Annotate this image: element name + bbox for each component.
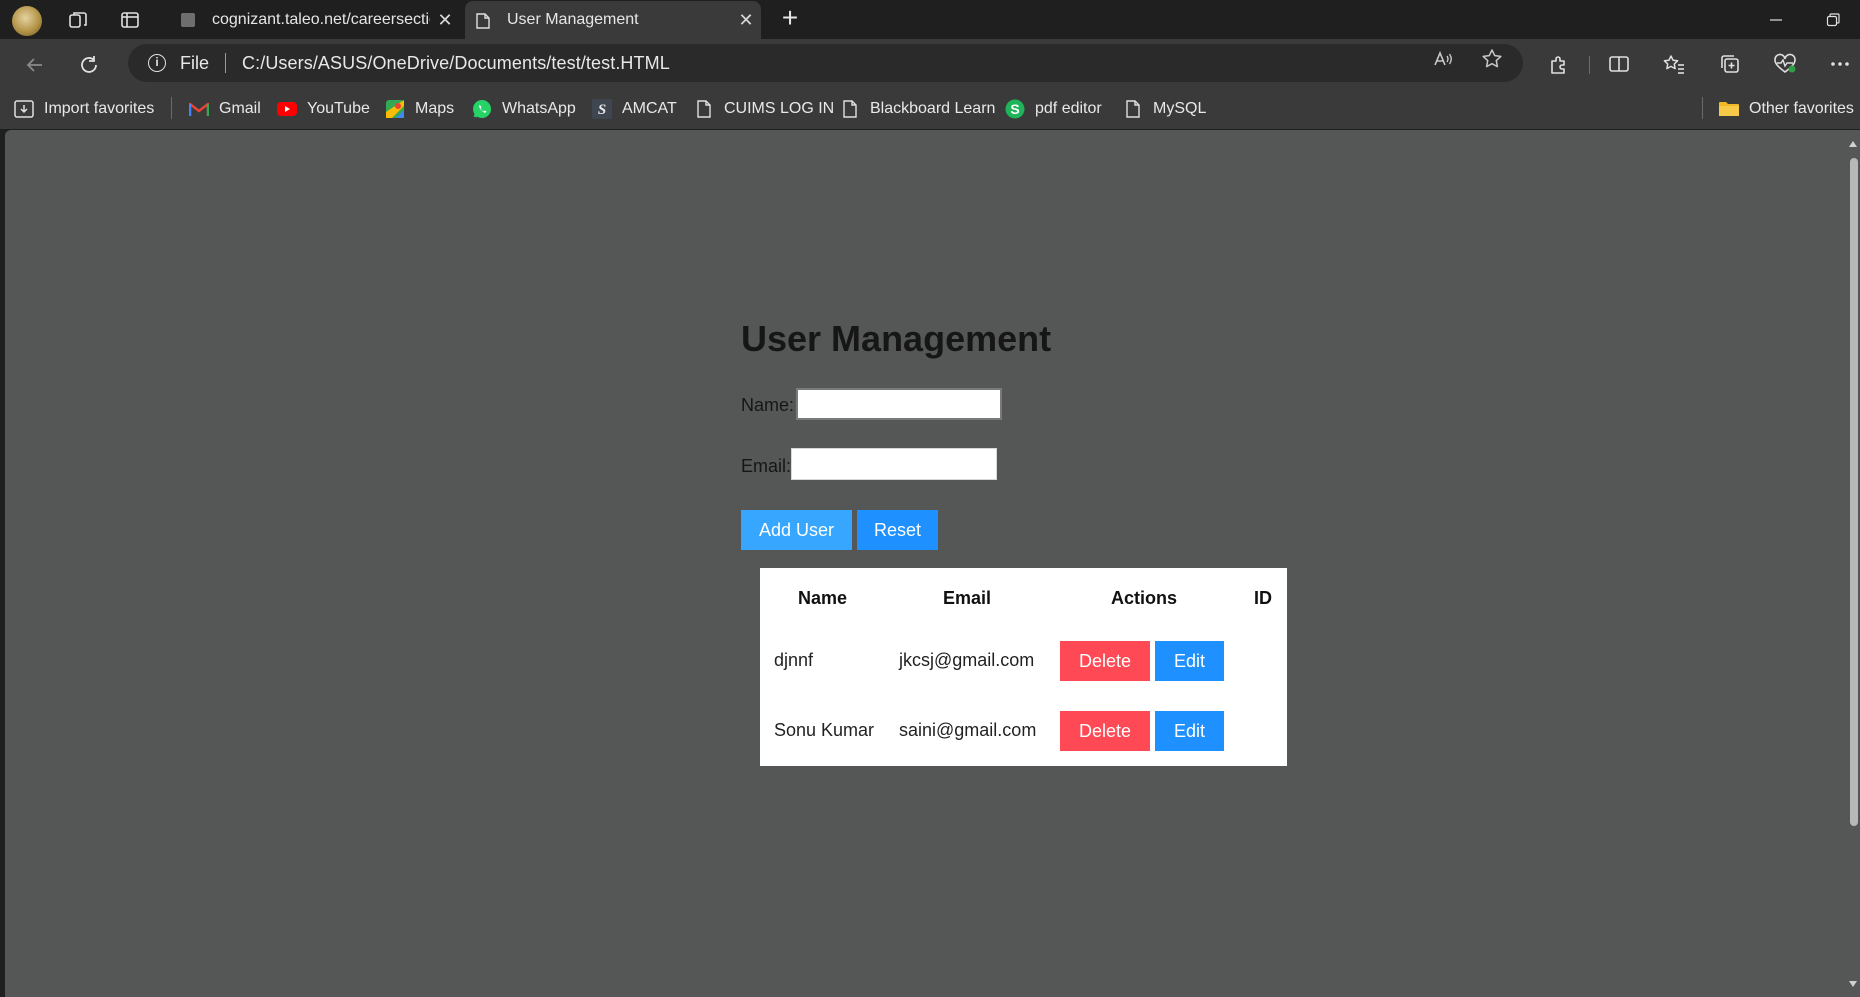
browser-essentials-icon[interactable] [1771,51,1799,77]
read-aloud-icon[interactable] [1430,46,1456,72]
url-text[interactable]: C:/Users/ASUS/OneDrive/Documents/test/te… [242,53,670,74]
site-info-icon[interactable]: i [148,54,166,72]
split-screen-icon[interactable] [1605,51,1633,77]
column-header-id: ID [1254,588,1272,608]
column-header-name: Name [798,588,848,608]
scrollbar-thumb[interactable] [1850,158,1858,826]
amcat-icon: S [592,99,612,119]
collections-icon[interactable] [1716,51,1744,77]
favorite-whatsapp[interactable]: WhatsApp [472,97,576,121]
cell-email: saini@gmail.com [899,720,1037,740]
other-favorites-label: Other favorites [1749,100,1854,117]
address-separator [225,53,227,73]
minimize-icon[interactable] [1761,8,1791,32]
name-input[interactable] [796,388,1002,420]
favorite-label: Maps [415,100,455,117]
favorites-icon[interactable] [1660,51,1688,77]
svg-text:S: S [598,102,606,118]
favorite-import[interactable]: Import favorites [14,97,154,121]
gmail-icon [189,99,209,119]
vertical-tabs-icon[interactable] [118,8,142,32]
page-icon [694,99,714,119]
favorite-blackboard[interactable]: Blackboard Learn [840,97,995,121]
page-icon [840,99,860,119]
favorite-label: Import favorites [44,100,155,117]
youtube-icon [277,99,297,119]
favorite-gmail[interactable]: Gmail [189,97,261,121]
profile-avatar[interactable] [12,6,42,36]
favorite-mysql[interactable]: MySQL [1123,97,1206,121]
favorite-label: Gmail [219,100,261,117]
email-label: Email: [741,456,792,476]
favorite-amcat[interactable]: S AMCAT [592,97,677,121]
page-icon [476,13,490,29]
favorite-youtube[interactable]: YouTube [277,97,370,121]
whatsapp-icon [472,99,492,119]
navigation-toolbar: i File C:/Users/ASUS/OneDrive/Documents/… [0,39,1860,89]
favorite-label: AMCAT [622,100,677,117]
name-label: Name: [741,395,795,415]
tab-cognizant[interactable]: cognizant.taleo.net/careersection ✕ [170,1,460,39]
pdf-editor-icon: S [1005,99,1025,119]
other-favorites[interactable]: Other favorites [1719,97,1854,121]
back-icon[interactable] [22,52,48,78]
users-table: Name Email Actions ID djnnf jkcsj@gmail.… [760,568,1287,766]
page-icon [1123,99,1143,119]
import-icon [14,99,34,119]
favorite-label: WhatsApp [502,100,576,117]
workspaces-icon[interactable] [66,8,90,32]
favorite-cuims[interactable]: CUIMS LOG IN [694,97,834,121]
tab-favicon-icon [181,13,195,27]
new-tab-button[interactable]: + [776,4,804,33]
extensions-icon[interactable] [1545,51,1573,77]
toolbar-separator [1589,56,1590,74]
favorite-label: MySQL [1153,100,1207,117]
page-viewport [5,130,1846,997]
tab-user-management[interactable]: User Management ✕ [465,1,761,39]
svg-text:S: S [1010,101,1019,117]
edit-button[interactable]: Edit [1155,711,1224,751]
column-header-email: Email [943,588,992,608]
scroll-down-icon[interactable] [1848,976,1858,987]
page-title: User Management [741,318,1052,359]
favorite-label: Blackboard Learn [870,100,996,117]
maps-icon [385,99,405,119]
tab-title: User Management [507,11,639,28]
favorite-label: CUIMS LOG IN [724,100,835,117]
more-options-icon[interactable] [1826,51,1854,77]
address-bar[interactable]: i File C:/Users/ASUS/OneDrive/Documents/… [128,44,1523,82]
favorite-pdf-editor[interactable]: S pdf editor [1005,97,1102,121]
tab-title: cognizant.taleo.net/careersection [212,11,430,28]
tab-strip: cognizant.taleo.net/careersection ✕ User… [0,0,1860,39]
reset-button[interactable]: Reset [857,510,938,550]
scroll-up-icon[interactable] [1848,136,1858,147]
add-user-button[interactable]: Add User [741,510,852,550]
column-header-actions: Actions [1111,588,1178,608]
url-scheme-label: File [180,52,210,73]
edit-button[interactable]: Edit [1155,641,1224,681]
favorites-separator [171,97,172,119]
cell-name: djnnf [774,650,814,670]
favorite-label: pdf editor [1035,100,1102,117]
folder-icon [1719,99,1739,119]
favorite-label: YouTube [307,100,370,117]
favorite-star-icon[interactable] [1479,46,1505,72]
cell-email: jkcsj@gmail.com [899,650,1035,670]
refresh-icon[interactable] [76,52,102,78]
tab-close-icon[interactable]: ✕ [731,10,761,31]
favorite-maps[interactable]: Maps [385,97,454,121]
favorites-separator [1702,97,1703,119]
cell-name: Sonu Kumar [774,720,875,740]
email-input[interactable] [791,448,997,480]
delete-button[interactable]: Delete [1060,641,1150,681]
restore-icon[interactable] [1818,8,1848,32]
tab-close-icon[interactable]: ✕ [430,10,460,31]
delete-button[interactable]: Delete [1060,711,1150,751]
